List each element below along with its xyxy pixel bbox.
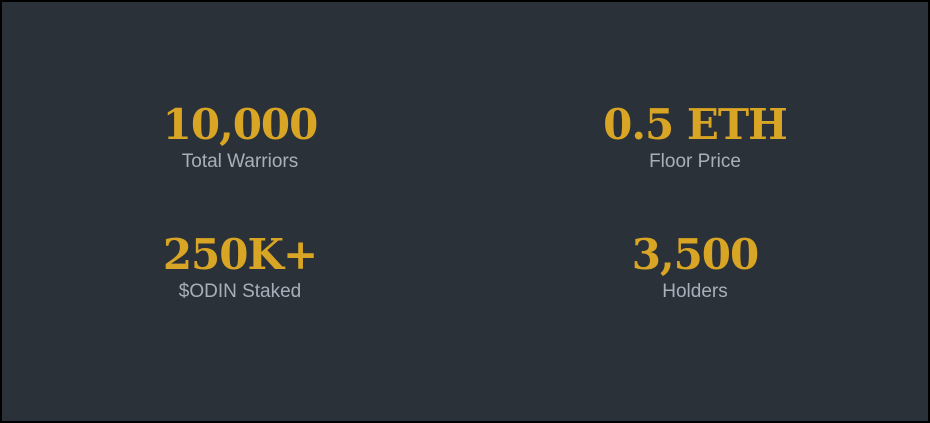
stat-label: $ODIN Staked xyxy=(178,281,302,302)
stat-label: Total Warriors xyxy=(181,151,299,172)
stat-value: 3,500 xyxy=(631,230,760,279)
stat-value: 0.5 ETH xyxy=(603,100,788,149)
stat-value: 250K+ xyxy=(162,230,318,279)
stat-holders: 3,500 Holders xyxy=(545,230,845,304)
stat-total-warriors: 10,000 Total Warriors xyxy=(90,100,390,174)
stat-odin-staked: 250K+ $ODIN Staked xyxy=(90,230,390,304)
stat-floor-price: 0.5 ETH Floor Price xyxy=(545,100,845,174)
stat-label: Holders xyxy=(662,281,728,302)
stat-label: Floor Price xyxy=(649,151,741,172)
stat-value: 10,000 xyxy=(162,100,319,149)
stats-panel: 10,000 Total Warriors 0.5 ETH Floor Pric… xyxy=(2,2,928,421)
